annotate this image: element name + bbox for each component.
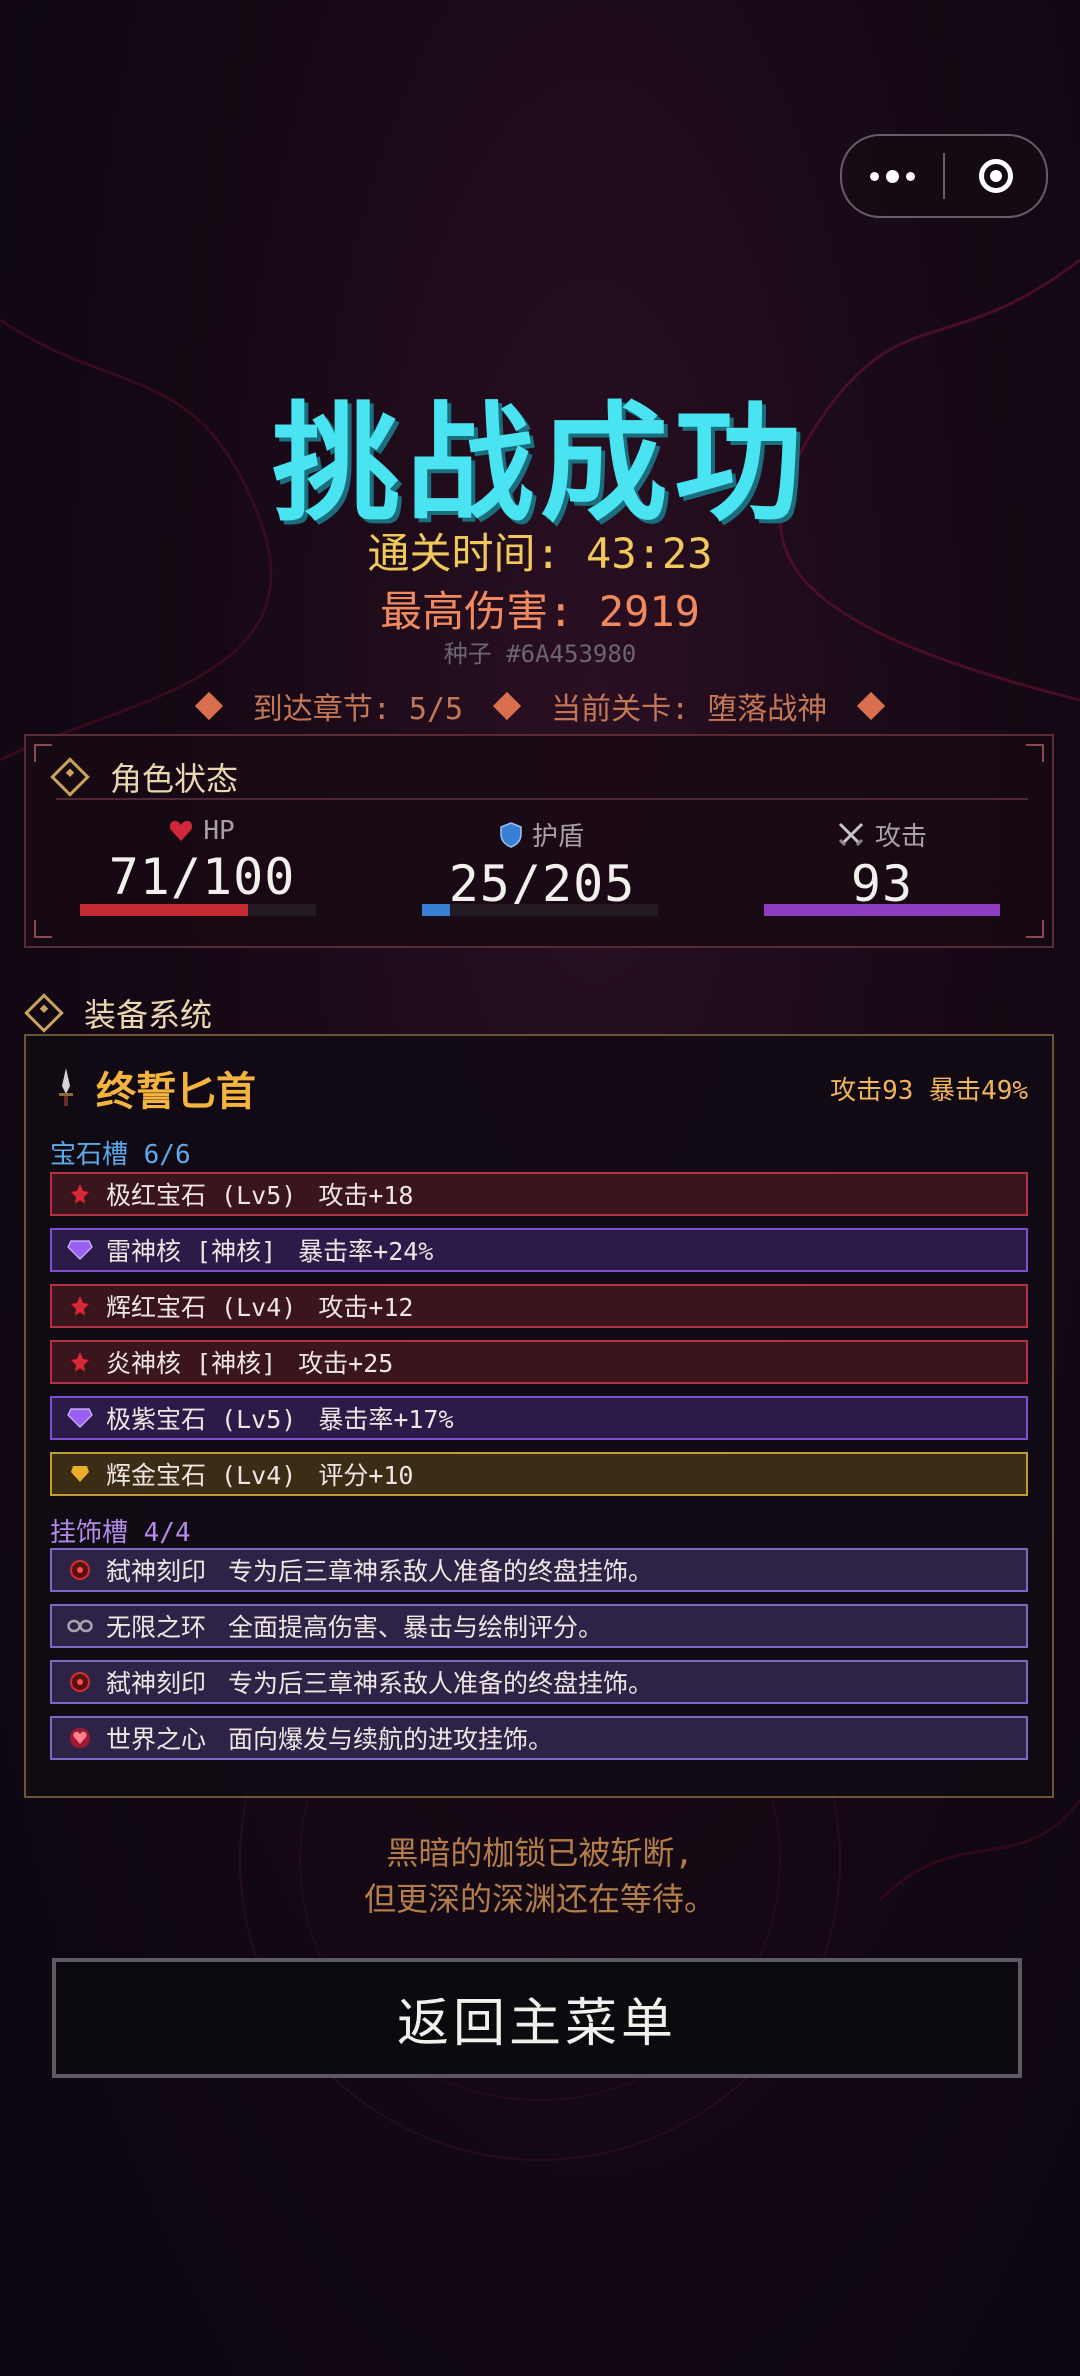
gem-effect: 攻击+18 [318, 1181, 414, 1210]
rune-diamond-icon [50, 757, 90, 797]
gem-effect: 评分+10 [318, 1461, 414, 1490]
heart-gem-icon [66, 1727, 94, 1749]
current-stage: 当前关卡: 堕落战神 [551, 692, 828, 727]
return-main-menu-button[interactable]: 返回主菜单 [52, 1958, 1022, 2078]
seed-text: 种子 #6A453980 [443, 640, 637, 668]
accessory-name: 无限之环 [106, 1613, 207, 1642]
heart-icon [170, 820, 193, 841]
weapon-stats: 攻击93 暴击49% [830, 1075, 1028, 1106]
hp-bar [80, 904, 316, 916]
accessory-section-label: 挂饰槽 4/4 [50, 1518, 191, 1548]
status-heading: 角色状态 [110, 760, 239, 798]
gem-effect: 攻击+25 [298, 1349, 394, 1378]
accessory-slot[interactable]: 弑神刻印 专为后三章神系敌人准备的终盘挂饰。 [50, 1660, 1028, 1704]
gold-gem-icon [66, 1464, 94, 1484]
sigil-icon [66, 1671, 94, 1693]
weapon-row[interactable]: 终誓匕首 攻击93 暴击49% [54, 1060, 1028, 1116]
diamond-icon [857, 691, 886, 721]
accessory-desc: 面向爆发与续航的进攻挂饰。 [228, 1725, 554, 1754]
diamond-icon [194, 691, 223, 721]
weapon-name: 终誓匕首 [96, 1069, 256, 1115]
red-gem-icon [66, 1295, 94, 1317]
gem-name: 极红宝石 (Lv5) [106, 1181, 297, 1210]
mini-program-capsule [840, 134, 1048, 218]
gem-name: 雷神核 [神核] [106, 1237, 277, 1266]
gem-name: 炎神核 [神核] [106, 1349, 277, 1378]
gem-slot[interactable]: 辉红宝石 (Lv4) 攻击+12 [50, 1284, 1028, 1328]
gem-name: 辉红宝石 (Lv4) [106, 1293, 297, 1322]
accessory-name: 弑神刻印 [106, 1669, 207, 1698]
accessory-desc: 专为后三章神系敌人准备的终盘挂饰。 [228, 1669, 654, 1698]
attack-stat: 攻击 93 [762, 816, 1002, 913]
gem-effect: 暴击率+24% [298, 1237, 434, 1266]
shield-icon [500, 821, 522, 848]
equipment-heading: 装备系统 [84, 996, 213, 1034]
accessory-name: 世界之心 [106, 1725, 207, 1754]
character-status-panel: 角色状态 HP 71/100 护盾 25/205 攻击 93 [24, 734, 1054, 948]
hp-stat: HP 71/100 [82, 816, 322, 906]
attack-bar [764, 904, 1000, 916]
shield-stat: 护盾 25/205 [422, 816, 662, 913]
shield-bar [422, 904, 658, 916]
accessory-slot[interactable]: 世界之心 面向爆发与续航的进攻挂饰。 [50, 1716, 1028, 1760]
gem-slot[interactable]: 辉金宝石 (Lv4) 评分+10 [50, 1452, 1028, 1496]
gem-name: 辉金宝石 (Lv4) [106, 1461, 297, 1490]
rune-diamond-icon [24, 993, 64, 1033]
accessory-desc: 专为后三章神系敌人准备的终盘挂饰。 [228, 1557, 654, 1586]
hp-value: 71/100 [108, 848, 296, 906]
more-menu-button[interactable] [842, 136, 943, 216]
accessory-slot[interactable]: 弑神刻印 专为后三章神系敌人准备的终盘挂饰。 [50, 1548, 1028, 1592]
gem-effect: 暴击率+17% [318, 1405, 454, 1434]
diamond-icon [492, 691, 522, 721]
red-gem-icon [66, 1351, 94, 1373]
equipment-panel: 终誓匕首 攻击93 暴击49% 宝石槽 6/6 极红宝石 (Lv5) 攻击+18 雷… [24, 1034, 1054, 1798]
equipment-header: 装备系统 [24, 990, 213, 1036]
target-circle-icon [978, 159, 1013, 193]
purple-gem-icon [66, 1408, 94, 1428]
chapter-reached: 到达章节: 5/5 [252, 692, 464, 727]
accessory-name: 弑神刻印 [106, 1557, 207, 1586]
accessory-desc: 全面提高伤害、暴击与绘制评分。 [228, 1613, 604, 1642]
flavor-line-1: 黑暗的枷锁已被斩断, [386, 1834, 694, 1872]
gem-slot[interactable]: 极红宝石 (Lv5) 攻击+18 [50, 1172, 1028, 1216]
gem-section-label: 宝石槽 6/6 [50, 1140, 191, 1170]
gem-slot[interactable]: 雷神核 [神核] 暴击率+24% [50, 1228, 1028, 1272]
close-miniprogram-button[interactable] [945, 136, 1046, 216]
clear-time: 通关时间: 43:23 [367, 529, 713, 578]
result-title: 挑战成功 [271, 390, 808, 539]
gem-slot[interactable]: 炎神核 [神核] 攻击+25 [50, 1340, 1028, 1384]
gem-effect: 攻击+12 [318, 1293, 414, 1322]
flavor-line-2: 但更深的深渊还在等待。 [363, 1880, 716, 1918]
purple-gem-icon [66, 1240, 94, 1260]
progress-row: 到达章节: 5/5 当前关卡: 堕落战神 [0, 684, 1080, 728]
crossed-swords-icon [838, 822, 864, 846]
accessory-slot[interactable]: 无限之环 全面提高伤害、暴击与绘制评分。 [50, 1604, 1028, 1648]
gem-name: 极紫宝石 (Lv5) [106, 1405, 297, 1434]
red-gem-icon [66, 1183, 94, 1205]
more-dots-icon [870, 169, 915, 183]
infinity-ring-icon [66, 1618, 94, 1634]
sigil-icon [66, 1559, 94, 1581]
max-damage: 最高伤害: 2919 [380, 587, 700, 636]
gem-slot[interactable]: 极紫宝石 (Lv5) 暴击率+17% [50, 1396, 1028, 1440]
status-header: 角色状态 [50, 754, 239, 800]
dagger-icon [59, 1068, 73, 1106]
